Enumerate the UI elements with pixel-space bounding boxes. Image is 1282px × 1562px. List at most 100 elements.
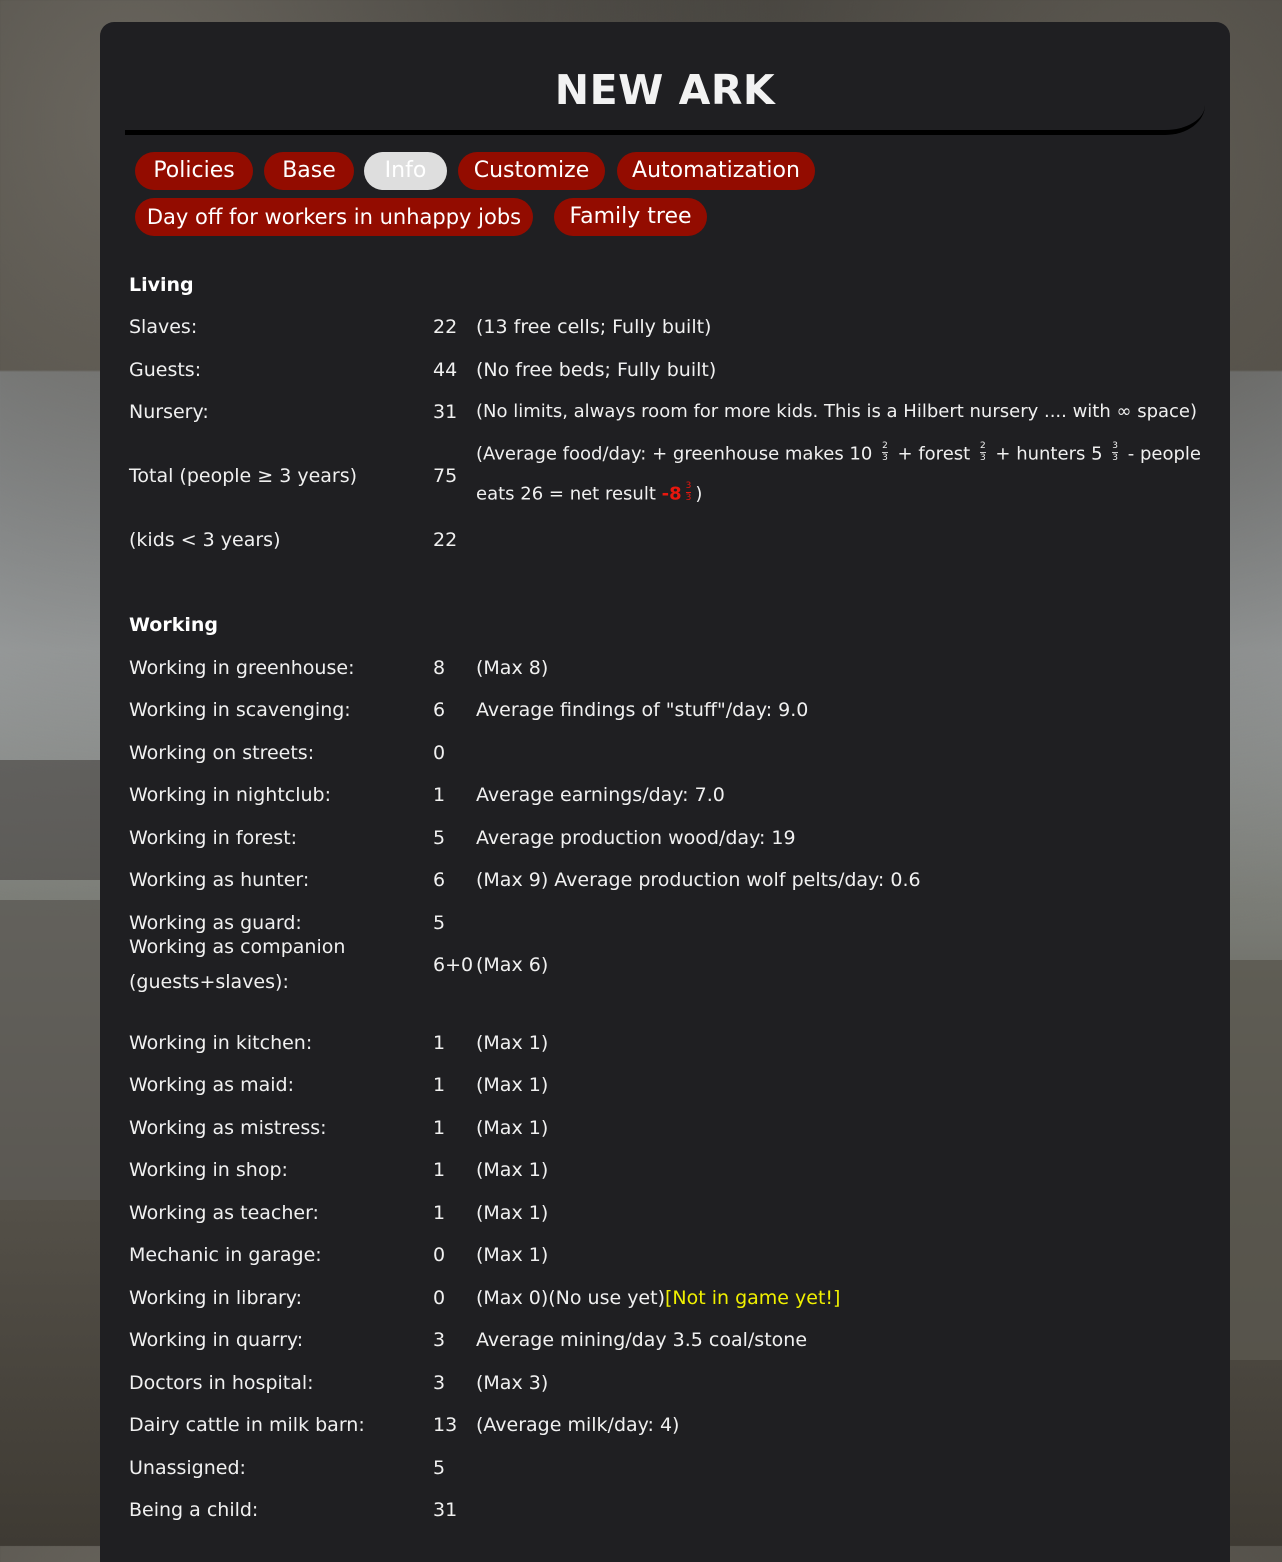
working-value: 0	[433, 742, 446, 764]
working-note-text: (Max 1)	[476, 1159, 549, 1181]
working-label: Unassigned:	[129, 1457, 246, 1479]
working-label: Working as teacher:	[129, 1202, 319, 1224]
food-text-eats: eats 26 = net result	[476, 483, 656, 505]
stat-label: Total (people ≥ 3 years)	[129, 465, 358, 487]
working-note-text: (Max 1)	[476, 1032, 549, 1054]
working-note-text: (Max 9) Average production wolf pelts/da…	[476, 869, 921, 891]
stat-label: Guests:	[129, 359, 202, 381]
working-label: Working in nightclub:	[129, 784, 331, 806]
working-label: Working in scavenging:	[129, 699, 351, 721]
food-text-hunters: + hunters 5	[995, 443, 1103, 465]
working-note-text: (Max 3)	[476, 1372, 549, 1394]
tab-base[interactable]: Base	[264, 152, 354, 190]
working-label: Working as mistress:	[129, 1117, 327, 1139]
working-label: Working as companion	[129, 936, 346, 958]
working-note-text: Average production wood/day: 19	[476, 827, 796, 849]
stat-label: Slaves:	[129, 316, 198, 338]
working-note-text: (Max 1)	[476, 1074, 549, 1096]
stat-value: 31	[433, 401, 458, 423]
working-value: 1	[433, 1074, 446, 1096]
food-text-people: - people	[1127, 443, 1201, 465]
working-note: (Max 6)	[476, 954, 548, 976]
working-value: 5	[433, 912, 446, 934]
working-note: (Average milk/day: 4)	[476, 1414, 679, 1436]
tab-day-off[interactable]: Day off for workers in unhappy jobs	[135, 198, 533, 236]
tab-automatization[interactable]: Automatization	[617, 152, 815, 190]
working-value: 1	[433, 784, 446, 806]
working-value: 31	[433, 1499, 458, 1521]
working-note: (Max 8)	[476, 657, 548, 679]
working-note-text: (Max 8)	[476, 657, 549, 679]
stat-note: (No free beds; Fully built)	[476, 359, 717, 381]
tab-family-tree[interactable]: Family tree	[554, 198, 707, 236]
working-note-text: (Average milk/day: 4)	[476, 1414, 680, 1436]
working-label: Working in shop:	[129, 1159, 288, 1181]
working-label: Working in library:	[129, 1287, 303, 1309]
fraction-net: 33	[685, 481, 692, 503]
working-label: Mechanic in garage:	[129, 1244, 322, 1266]
tab-info[interactable]: Info	[364, 152, 447, 190]
working-label: Working on streets:	[129, 742, 315, 764]
section-heading-living: Living	[129, 274, 194, 296]
working-label: Working in quarry:	[129, 1329, 304, 1351]
working-note: (Max 9) Average production wolf pelts/da…	[476, 869, 921, 891]
working-label: Working in kitchen:	[129, 1032, 313, 1054]
working-value: 5	[433, 827, 446, 849]
working-label: Dairy cattle in milk barn:	[129, 1414, 365, 1436]
working-value: 1	[433, 1159, 446, 1181]
working-value: 6+0	[433, 954, 474, 976]
stat-value: 75	[433, 465, 458, 487]
title-bar: NEW ARK	[125, 22, 1205, 135]
working-note: (Max 1)	[476, 1244, 548, 1266]
working-value: 0	[433, 1287, 446, 1309]
working-label: Working as guard:	[129, 912, 302, 934]
stat-value: 22	[433, 316, 458, 338]
working-note: (Max 0)(No use yet)[Not in game yet!]	[476, 1287, 840, 1309]
working-value: 5	[433, 1457, 446, 1479]
working-value: 3	[433, 1329, 446, 1351]
working-value: 13	[433, 1414, 458, 1436]
working-value: 1	[433, 1032, 446, 1054]
tab-customize[interactable]: Customize	[458, 152, 605, 190]
working-value: 0	[433, 1244, 446, 1266]
not-in-game-warning: [Not in game yet!]	[665, 1287, 841, 1309]
working-value: 3	[433, 1372, 446, 1394]
working-value: 1	[433, 1202, 446, 1224]
working-note: Average production wood/day: 19	[476, 827, 796, 849]
stat-label: Nursery:	[129, 401, 209, 423]
working-note-text: (Max 1)	[476, 1202, 549, 1224]
stat-note: (No limits, always room for more kids. T…	[476, 401, 1198, 422]
working-note: (Max 1)	[476, 1159, 548, 1181]
stat-value: 44	[433, 359, 458, 381]
working-note-text: (Max 1)	[476, 1244, 549, 1266]
food-text-forest: + forest	[897, 443, 971, 465]
working-note-text: Average mining/day 3.5 coal/stone	[476, 1329, 808, 1351]
stat-label: (kids < 3 years)	[129, 529, 281, 551]
working-value: 8	[433, 657, 446, 679]
section-heading-working: Working	[129, 614, 218, 636]
working-value: 6	[433, 699, 446, 721]
working-note-text: Average earnings/day: 7.0	[476, 784, 725, 806]
working-note-text: (Max 1)	[476, 1117, 549, 1139]
working-note: (Max 3)	[476, 1372, 548, 1394]
working-label: Working as hunter:	[129, 869, 310, 891]
working-note: (Max 1)	[476, 1074, 548, 1096]
fraction-hunters: 33	[1112, 441, 1118, 463]
stat-value: 22	[433, 529, 458, 551]
working-note-text: (Max 0)(No use yet)	[476, 1287, 665, 1309]
working-label: Working in greenhouse:	[129, 657, 355, 679]
working-value: 6	[433, 869, 446, 891]
working-note-text: (Max 6)	[476, 954, 549, 976]
page-title: NEW ARK	[554, 66, 776, 114]
working-label: (guests+slaves):	[129, 971, 289, 993]
working-note: Average findings of "stuff"/day: 9.0	[476, 699, 808, 721]
tab-policies[interactable]: Policies	[135, 152, 253, 190]
stat-note: (13 free cells; Fully built)	[476, 316, 712, 338]
working-note: (Max 1)	[476, 1202, 548, 1224]
working-note: (Max 1)	[476, 1117, 548, 1139]
working-note: Average earnings/day: 7.0	[476, 784, 725, 806]
fraction-greenhouse: 23	[882, 441, 888, 463]
main-panel: NEW ARK Policies Base Info Customize Aut…	[100, 22, 1230, 1562]
food-net-result: -8	[661, 483, 682, 505]
working-label: Being a child:	[129, 1499, 259, 1521]
